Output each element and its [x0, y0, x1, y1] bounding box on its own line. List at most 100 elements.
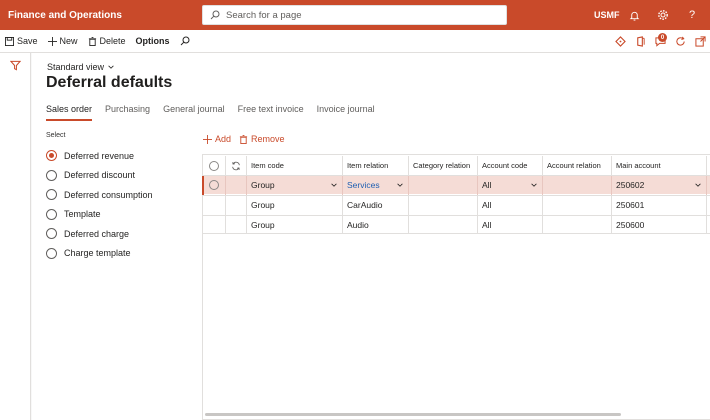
new-button[interactable]: New: [43, 30, 83, 53]
bell-icon[interactable]: [627, 8, 641, 22]
remove-label: Remove: [251, 134, 285, 144]
item-relation-select[interactable]: Services: [343, 175, 409, 195]
account-code-cell[interactable]: All: [478, 195, 543, 215]
notification-badge: 0: [658, 33, 667, 42]
app-title[interactable]: Finance and Operations: [8, 10, 122, 21]
radio-deferred-charge[interactable]: Deferred charge: [46, 224, 153, 244]
trash-icon: [88, 36, 96, 46]
category-relation-cell[interactable]: [409, 195, 478, 215]
search-icon: [210, 10, 220, 20]
cell-value: Group: [251, 180, 275, 190]
search-input[interactable]: [226, 9, 486, 21]
messages-icon[interactable]: 0: [650, 30, 670, 53]
tab-purchasing[interactable]: Purchasing: [105, 104, 150, 121]
column-header-main-account[interactable]: Main account: [612, 156, 707, 175]
tab-free-text-invoice[interactable]: Free text invoice: [238, 104, 304, 121]
filter-pane: [0, 53, 31, 420]
row-select-cell[interactable]: [203, 215, 226, 234]
plus-icon: [47, 36, 57, 46]
grid-action-bar: Add Remove: [203, 134, 293, 144]
row-spacer: [226, 215, 247, 234]
radio-button: [46, 208, 57, 220]
row-select-checkbox[interactable]: [203, 175, 226, 195]
item-relation-cell[interactable]: Audio: [343, 215, 409, 234]
help-icon[interactable]: ?: [685, 8, 699, 22]
radio-button: [46, 228, 57, 240]
tab-invoice-journal[interactable]: Invoice journal: [317, 104, 375, 121]
account-code-select[interactable]: All: [478, 175, 543, 195]
radio-button: [46, 247, 57, 259]
category-relation-cell[interactable]: [409, 215, 478, 234]
remove-button[interactable]: Remove: [239, 134, 285, 144]
row-select-cell[interactable]: [203, 195, 226, 215]
radio-deferred-revenue[interactable]: Deferred revenue: [46, 146, 153, 166]
table-row[interactable]: Group CarAudio All 250601: [203, 195, 710, 215]
radio-label: Deferred discount: [64, 170, 136, 181]
search-icon: [180, 36, 190, 46]
item-code-cell[interactable]: Group: [247, 215, 343, 234]
search-box[interactable]: [202, 5, 507, 25]
radio-label: Deferred charge: [64, 228, 130, 239]
radio-deferred-consumption[interactable]: Deferred consumption: [46, 185, 153, 205]
radio-deferred-discount[interactable]: Deferred discount: [46, 166, 153, 186]
delete-button[interactable]: Delete: [83, 30, 131, 53]
refresh-icon[interactable]: [670, 30, 690, 53]
deferral-type-radio-group: Deferred revenue Deferred discount Defer…: [46, 146, 153, 263]
radio-label: Template: [64, 209, 101, 220]
column-header-category-relation[interactable]: Category relation: [409, 156, 478, 175]
radio-charge-template[interactable]: Charge template: [46, 244, 153, 264]
radio-label: Deferred consumption: [64, 189, 153, 200]
account-code-cell[interactable]: All: [478, 215, 543, 234]
horizontal-scrollbar[interactable]: [205, 413, 621, 416]
table-row[interactable]: Group Audio All 250600: [203, 215, 710, 234]
open-new-window-icon[interactable]: [690, 30, 710, 53]
item-relation-cell[interactable]: CarAudio: [343, 195, 409, 215]
cell-value-link[interactable]: Services: [347, 180, 380, 190]
save-label: Save: [17, 36, 38, 46]
column-header-item-relation[interactable]: Item relation: [343, 156, 409, 175]
radio-button: [46, 189, 57, 201]
add-label: Add: [215, 134, 232, 144]
select-all-checkbox[interactable]: [203, 156, 226, 175]
main-account-select[interactable]: 250602: [612, 175, 707, 195]
radio-button-checked: [46, 150, 57, 162]
company-picker[interactable]: USMF: [594, 10, 620, 20]
tab-general-journal[interactable]: General journal: [163, 104, 225, 121]
view-selector[interactable]: Standard view: [47, 62, 115, 72]
item-code-cell[interactable]: Group: [247, 195, 343, 215]
tab-strip: Sales order Purchasing General journal F…: [46, 104, 388, 121]
table-row[interactable]: Group Services All 250602: [202, 175, 710, 195]
add-button[interactable]: Add: [203, 134, 231, 144]
action-pane: Save New Delete Options 0: [0, 30, 710, 53]
chevron-down-icon[interactable]: [396, 181, 404, 189]
office-icon[interactable]: [630, 30, 650, 53]
chevron-down-icon: [108, 65, 114, 69]
chevron-down-icon[interactable]: [330, 181, 338, 189]
find-button[interactable]: [175, 30, 198, 53]
radio-template[interactable]: Template: [46, 205, 153, 225]
radio-label: Deferred revenue: [64, 150, 135, 161]
main-account-cell[interactable]: 250600: [612, 215, 707, 234]
refresh-icon[interactable]: [226, 156, 247, 175]
account-relation-cell[interactable]: [543, 195, 612, 215]
item-code-select[interactable]: Group: [247, 175, 343, 195]
account-relation-cell[interactable]: [543, 175, 612, 195]
chevron-down-icon[interactable]: [694, 181, 702, 189]
gear-icon[interactable]: [656, 8, 670, 22]
row-spacer: [226, 175, 247, 195]
cell-value: 250602: [616, 180, 645, 190]
column-header-item-code[interactable]: Item code: [247, 156, 343, 175]
diamond-icon[interactable]: [610, 30, 630, 53]
account-relation-cell[interactable]: [543, 215, 612, 234]
main-account-cell[interactable]: 250601: [612, 195, 707, 215]
tab-sales-order[interactable]: Sales order: [46, 104, 93, 121]
filter-icon[interactable]: [10, 60, 21, 71]
column-header-account-relation[interactable]: Account relation: [543, 156, 612, 175]
chevron-down-icon[interactable]: [530, 181, 538, 189]
save-button[interactable]: Save: [0, 30, 43, 53]
options-button[interactable]: Options: [131, 30, 175, 53]
category-relation-cell[interactable]: [409, 175, 478, 195]
column-header-account-code[interactable]: Account code: [478, 156, 543, 175]
top-bar: Finance and Operations USMF ?: [0, 0, 710, 30]
radio-button: [46, 169, 57, 181]
